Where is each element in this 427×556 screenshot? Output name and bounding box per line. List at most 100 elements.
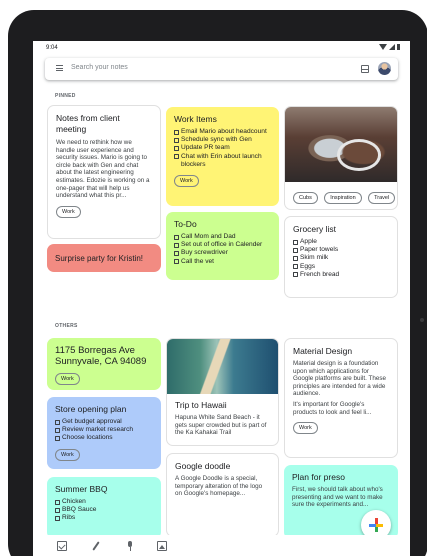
checkbox[interactable] [174,137,179,143]
note-content: Trip to Hawaii Hapuna White Sand Beach -… [175,400,272,437]
search-input[interactable]: Search your notes [71,64,128,71]
label-chip[interactable]: Travel [368,192,396,204]
beach-image [167,339,278,394]
note-title: Plan for preso [292,472,345,482]
checkbox[interactable] [55,499,60,505]
note-summer-bbq[interactable]: Summer BBQ Chicken BBQ Sauce Ribs [47,477,161,539]
checklist-item[interactable]: Get budget approval [55,418,153,426]
note-body: It's important for Google's products to … [293,400,372,416]
checkbox-icon[interactable] [57,541,67,551]
vintage-car-image [285,107,397,182]
note-car-photo[interactable]: Cubs Inspiration Travel [284,106,398,210]
checkbox[interactable] [55,516,60,521]
checklist-item[interactable]: Review market research [55,426,153,434]
keep-app-screen: 9:04 Search your notes PINNED Notes from… [33,41,410,556]
wifi-icon [379,44,387,50]
checkbox[interactable] [174,154,179,160]
checkbox[interactable] [174,259,179,265]
checklist-item[interactable]: Apple [293,238,389,246]
note-body: We need to rethink how we handle user ex… [56,139,150,200]
checklist-item[interactable]: Email Mario about headcount [174,128,271,136]
note-trip-to-hawaii[interactable]: Trip to Hawaii Hapuna White Sand Beach -… [166,338,279,446]
checkbox[interactable] [293,247,298,253]
checkbox[interactable] [174,251,179,256]
label-chip[interactable]: Inspiration [324,192,362,204]
note-google-doodle[interactable]: Google doodle A Google Doodle is a speci… [166,453,279,537]
note-todo[interactable]: To-Do Call Mom and Dad Set out of office… [166,212,279,280]
note-work-items[interactable]: Work Items Email Mario about headcount S… [166,107,279,206]
checklist-item[interactable]: Skim milk [293,254,389,262]
checkbox[interactable] [293,272,298,278]
label-chip[interactable]: Work [174,175,199,188]
checklist-item[interactable]: French bread [293,271,389,279]
mic-icon[interactable] [125,541,135,551]
checkbox[interactable] [174,146,179,151]
note-store-opening[interactable]: Store opening plan Get budget approval R… [47,397,161,469]
note-surprise-party[interactable]: Surprise party for Kristin! [47,244,161,272]
checkbox[interactable] [293,264,298,270]
side-button [420,318,424,322]
note-title: Trip to Hawaii [175,400,227,410]
bottom-toolbar [33,535,410,556]
note-body: A Google Doodle is a special, temporary … [175,475,263,498]
search-bar[interactable]: Search your notes [45,58,398,80]
label-chip[interactable]: Work [293,422,318,435]
checkbox[interactable] [174,234,179,240]
label-chip[interactable]: Work [56,205,81,218]
checklist: Call Mom and Dad Set out of office in Ca… [174,233,271,266]
note-address[interactable]: 1175 Borregas Ave Sunnyvale, CA 94089 Wo… [47,338,161,390]
checkbox[interactable] [174,129,179,135]
label-chip[interactable]: Cubs [293,192,318,204]
checklist-item[interactable]: Call Mom and Dad [174,233,271,241]
checkbox[interactable] [293,239,298,245]
status-time: 9:04 [46,45,58,51]
note-title: 1175 Borregas Ave Sunnyvale, CA 94089 [55,345,147,367]
avatar[interactable] [378,62,391,75]
checklist: Chicken BBQ Sauce Ribs [55,498,153,523]
checkbox[interactable] [55,507,60,513]
note-title: Summer BBQ [55,484,108,494]
grid-view-icon[interactable] [361,65,369,73]
note-title: Grocery list [293,224,336,234]
checklist-item[interactable]: BBQ Sauce [55,506,153,514]
label-chip[interactable]: Work [55,448,80,461]
checklist-item[interactable]: Eggs [293,263,389,271]
section-label-pinned: PINNED [55,93,76,99]
battery-icon [397,44,400,50]
brush-icon[interactable] [91,541,101,551]
checkbox[interactable] [55,436,60,441]
checklist: Email Mario about headcount Schedule syn… [174,128,271,169]
section-label-others: OTHERS [55,323,78,329]
note-body: Hapuna White Sand Beach - it gets super … [175,414,267,437]
checklist-item[interactable]: Set out of office in Calender [174,241,271,249]
checklist-item[interactable]: Choose locations [55,434,153,442]
checkbox[interactable] [174,242,179,248]
image-icon[interactable] [157,541,167,551]
note-grocery-list[interactable]: Grocery list Apple Paper towels Skim mil… [284,216,398,298]
checklist-item[interactable]: Paper towels [293,246,389,254]
checklist-item[interactable]: Chat with Erin about launch blockers [174,153,271,169]
label-chips: Cubs Inspiration Travel [293,186,397,204]
checklist: Apple Paper towels Skim milk Eggs French… [293,238,389,279]
checklist-item[interactable]: Call the vet [174,258,271,266]
note-title: Material Design [293,346,353,356]
note-body: Material design is a foundation upon whi… [293,360,386,398]
checkbox[interactable] [55,419,60,425]
note-body: First, we should talk about who's presen… [292,486,383,509]
note-title: To-Do [174,219,197,229]
menu-icon[interactable] [56,65,63,71]
checklist: Get budget approval Review market resear… [55,418,153,443]
note-title: Google doodle [175,461,231,471]
checkbox[interactable] [293,256,298,261]
checklist-item[interactable]: Chicken [55,498,153,506]
label-chip[interactable]: Work [55,373,80,385]
checklist-item[interactable]: Buy screwdriver [174,249,271,257]
checklist-item[interactable]: Schedule sync with Gen [174,136,271,144]
note-client-meeting[interactable]: Notes from client meeting We need to ret… [47,105,161,239]
checklist-item[interactable]: Update PR team [174,144,271,152]
checkbox[interactable] [55,427,60,433]
note-title: Work Items [174,114,217,124]
checklist-item[interactable]: Ribs [55,514,153,522]
note-material-design[interactable]: Material Design Material design is a fou… [284,338,398,458]
status-icons [379,44,400,50]
